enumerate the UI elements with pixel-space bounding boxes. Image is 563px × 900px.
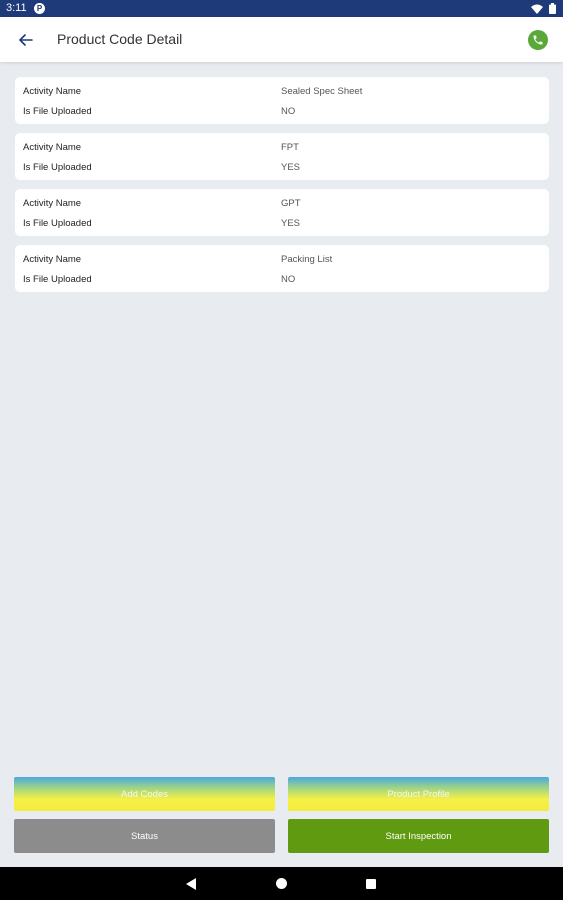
page-title: Product Code Detail <box>57 31 183 47</box>
file-uploaded-label: Is File Uploaded <box>23 274 92 285</box>
battery-icon <box>549 3 556 14</box>
activity-name-label: Activity Name <box>23 198 82 209</box>
back-button[interactable] <box>13 27 39 53</box>
activity-name-value: Packing List <box>281 254 333 265</box>
add-codes-button[interactable]: Add Codes <box>14 777 275 811</box>
nav-home-icon[interactable] <box>276 878 287 889</box>
file-uploaded-value: NO <box>281 106 296 117</box>
activity-name-value: GPT <box>281 198 301 209</box>
file-uploaded-label: Is File Uploaded <box>23 106 92 117</box>
nav-back-icon[interactable] <box>186 878 196 890</box>
activity-card: Activity Name FPT Is File Uploaded YES <box>15 133 549 180</box>
activity-name-label: Activity Name <box>23 86 82 97</box>
start-inspection-button[interactable]: Start Inspection <box>288 819 549 853</box>
phone-icon <box>533 35 543 45</box>
activity-name-value: FPT <box>281 142 299 153</box>
activity-card: Activity Name Sealed Spec Sheet Is File … <box>15 77 549 124</box>
activity-card: Activity Name Packing List Is File Uploa… <box>15 245 549 292</box>
file-uploaded-label: Is File Uploaded <box>23 218 92 229</box>
system-icons <box>531 3 556 14</box>
nav-recents-icon[interactable] <box>366 879 376 889</box>
activity-card: Activity Name GPT Is File Uploaded YES <box>15 189 549 236</box>
system-nav-bar <box>0 867 563 900</box>
file-uploaded-label: Is File Uploaded <box>23 162 92 173</box>
file-uploaded-value: YES <box>281 162 301 173</box>
notification-icon: P <box>34 3 45 14</box>
call-button[interactable] <box>528 30 548 50</box>
back-arrow-icon <box>19 34 33 46</box>
status-time: 3:11 <box>6 2 27 14</box>
wifi-icon <box>531 4 543 14</box>
activity-name-label: Activity Name <box>23 254 82 265</box>
status-button[interactable]: Status <box>14 819 275 853</box>
activity-name-value: Sealed Spec Sheet <box>281 86 363 97</box>
file-uploaded-value: YES <box>281 218 301 229</box>
product-profile-button[interactable]: Product Profile <box>288 777 549 811</box>
activity-list: Activity Name Sealed Spec Sheet Is File … <box>15 77 549 301</box>
status-bar: 3:11 P <box>0 0 563 17</box>
file-uploaded-value: NO <box>281 274 296 285</box>
activity-name-label: Activity Name <box>23 142 82 153</box>
app-bar: Product Code Detail <box>0 17 563 62</box>
